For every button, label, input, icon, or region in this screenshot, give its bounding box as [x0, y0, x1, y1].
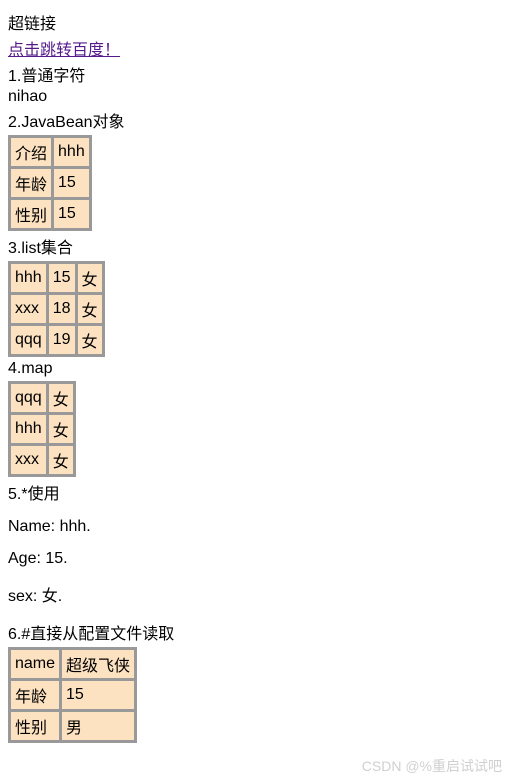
- cell-value: 男: [61, 711, 135, 741]
- cell-value: hhh: [53, 137, 90, 167]
- cell: xxx: [10, 294, 47, 324]
- cell-key: name: [10, 649, 60, 679]
- cell-value: 女: [48, 445, 74, 475]
- section4-label: 4.map: [8, 360, 504, 378]
- table-row: hhh 女: [10, 414, 74, 444]
- cell: 19: [48, 325, 76, 355]
- star-age-line: Age: 15.: [8, 550, 504, 568]
- cell: 女: [77, 263, 103, 293]
- section5-label: 5.*使用: [8, 480, 504, 504]
- section2-label: 2.JavaBean对象: [8, 108, 504, 132]
- table-row: 性别 男: [10, 711, 135, 741]
- table-row: 性别 15: [10, 199, 90, 229]
- heading: 超链接: [8, 10, 504, 34]
- section3-label: 3.list集合: [8, 234, 504, 258]
- cell: 18: [48, 294, 76, 324]
- javabean-table: 介绍 hhh 年龄 15 性别 15: [8, 135, 92, 231]
- cell-value: 15: [53, 199, 90, 229]
- hyperlink-baidu[interactable]: 点击跳转百度！: [8, 42, 120, 59]
- cell-value: 女: [48, 414, 74, 444]
- section6-label: 6.#直接从配置文件读取: [8, 620, 504, 644]
- cell-value: 女: [48, 383, 74, 413]
- table-row: 年龄 15: [10, 680, 135, 710]
- list-table: hhh 15 女 xxx 18 女 qqq 19 女: [8, 261, 105, 357]
- cell-value: 15: [61, 680, 135, 710]
- cell: 女: [77, 294, 103, 324]
- cell-key: xxx: [10, 445, 47, 475]
- table-row: hhh 15 女: [10, 263, 103, 293]
- table-row: 年龄 15: [10, 168, 90, 198]
- config-table: name 超级飞侠 年龄 15 性别 男: [8, 647, 137, 743]
- table-row: name 超级飞侠: [10, 649, 135, 679]
- table-row: qqq 女: [10, 383, 74, 413]
- section1-label: 1.普通字符: [8, 62, 504, 86]
- map-table: qqq 女 hhh 女 xxx 女: [8, 381, 76, 477]
- cell-key: hhh: [10, 414, 47, 444]
- cell: qqq: [10, 325, 47, 355]
- table-row: qqq 19 女: [10, 325, 103, 355]
- section1-value: nihao: [8, 88, 504, 106]
- watermark: CSDN @%重启试试吧: [362, 756, 502, 776]
- cell: 15: [48, 263, 76, 293]
- star-sex-line: sex: 女.: [8, 582, 504, 606]
- cell: hhh: [10, 263, 47, 293]
- cell-key: 性别: [10, 199, 52, 229]
- table-row: xxx 女: [10, 445, 74, 475]
- cell: 女: [77, 325, 103, 355]
- cell-key: qqq: [10, 383, 47, 413]
- cell-key: 年龄: [10, 168, 52, 198]
- table-row: xxx 18 女: [10, 294, 103, 324]
- cell-key: 年龄: [10, 680, 60, 710]
- cell-key: 介绍: [10, 137, 52, 167]
- cell-value: 超级飞侠: [61, 649, 135, 679]
- table-row: 介绍 hhh: [10, 137, 90, 167]
- star-name-line: Name: hhh.: [8, 518, 504, 536]
- cell-key: 性别: [10, 711, 60, 741]
- cell-value: 15: [53, 168, 90, 198]
